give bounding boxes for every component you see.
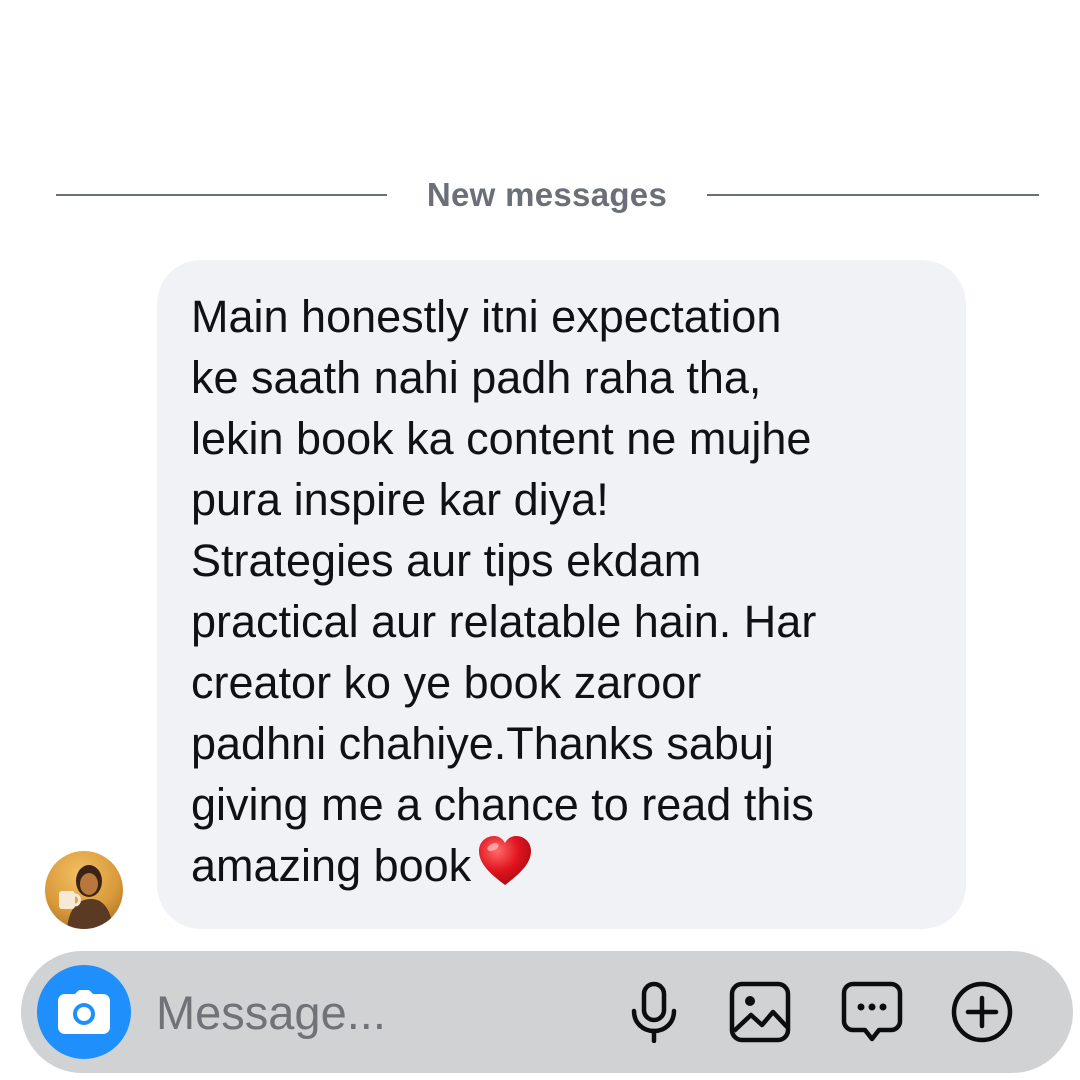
message-line: Strategies aur tips ekdam <box>191 535 702 586</box>
sticker-icon <box>841 981 903 1042</box>
microphone-button[interactable] <box>621 979 687 1045</box>
camera-icon <box>58 990 110 1034</box>
message-line: creator ko ye book zaroor <box>191 657 702 708</box>
message-line: pura inspire kar diya! <box>191 474 609 525</box>
plus-circle-icon <box>951 981 1013 1043</box>
message-bubble[interactable]: Main honestly itni expectation ke saath … <box>157 260 966 929</box>
new-messages-divider: New messages <box>56 170 1039 220</box>
plus-button[interactable] <box>949 979 1015 1045</box>
message-line: giving me a chance to read this <box>191 779 814 830</box>
message-line: ke saath nahi padh raha tha, <box>191 352 762 403</box>
divider-line-right <box>707 194 1039 196</box>
microphone-icon <box>631 981 677 1043</box>
gallery-icon <box>729 981 791 1043</box>
message-line: Main honestly itni expectation <box>191 291 782 342</box>
sticker-button[interactable] <box>839 979 905 1045</box>
message-composer <box>21 951 1073 1073</box>
message-line: amazing book <box>191 840 472 891</box>
message-line: practical aur relatable hain. Har <box>191 596 817 647</box>
sender-avatar[interactable] <box>45 851 123 929</box>
camera-button[interactable] <box>37 965 131 1059</box>
message-input[interactable] <box>156 978 596 1046</box>
divider-line-left <box>56 194 387 196</box>
divider-label: New messages <box>426 176 668 213</box>
message-text: Main honestly itni expectation ke saath … <box>191 286 936 902</box>
heart-icon <box>477 835 533 902</box>
message-line: padhni chahiye.Thanks sabuj <box>191 718 774 769</box>
chat-screen: New messages Main honestly itni expectat… <box>0 0 1080 1080</box>
message-line: lekin book ka content ne mujhe <box>191 413 812 464</box>
gallery-button[interactable] <box>727 979 793 1045</box>
